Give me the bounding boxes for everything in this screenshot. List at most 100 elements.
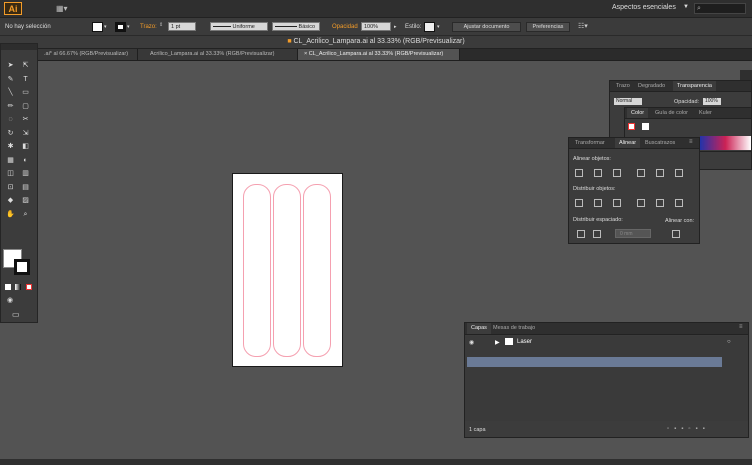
tab-transparency[interactable]: Transparencia <box>673 81 716 91</box>
tab-kuler[interactable]: Kuler <box>695 108 716 118</box>
tab-gradient[interactable]: Degradado <box>634 81 669 91</box>
tab-document-3[interactable]: × CL_Acrilico_Lampara.ai al 33.33% (RGB/… <box>298 49 460 60</box>
rectangle-tool-icon[interactable]: ▭ <box>20 88 31 98</box>
draw-normal-icon[interactable]: ◉ <box>7 296 13 304</box>
zoom-tool-icon[interactable]: ⌕ <box>20 210 31 220</box>
color-spectrum[interactable] <box>700 136 751 150</box>
tab-document-2[interactable]: Acrilico_Lampara.ai al 33.33% (RGB/Previ… <box>138 49 298 60</box>
scale-tool-icon[interactable]: ⇲ <box>20 129 31 139</box>
acrylic-strip[interactable] <box>273 184 301 357</box>
hand-tool-icon[interactable]: ✋ <box>5 210 16 220</box>
workspace-switcher[interactable]: Aspectos esenciales <box>612 4 676 11</box>
free-transform-tool-icon[interactable]: ◧ <box>20 142 31 152</box>
align-option-1-icon[interactable] <box>575 169 583 177</box>
tab-layers[interactable]: Capas <box>467 323 491 334</box>
spacing-value-field[interactable]: 0 mm <box>615 229 651 238</box>
chevron-down-icon[interactable]: ▼ <box>683 4 689 10</box>
type-tool-icon[interactable]: T <box>20 75 31 85</box>
fill-dropdown-icon[interactable]: ▾ <box>104 24 107 30</box>
none-swatch[interactable] <box>628 123 635 130</box>
white-swatch[interactable] <box>642 123 649 130</box>
opacity-label[interactable]: Opacidad <box>332 24 358 30</box>
tab-pathfinder[interactable]: Buscatrazos <box>641 138 679 148</box>
opacity-field[interactable]: 100% <box>361 22 391 31</box>
warp-tool-icon[interactable]: ✱ <box>5 142 16 152</box>
acrylic-strip[interactable] <box>303 184 331 357</box>
layer-actions[interactable]: ▫▪▪▫▪▪ <box>667 426 710 432</box>
tab-align[interactable]: Alinear <box>615 138 641 148</box>
expand-arrow-icon[interactable]: ▶ <box>495 339 500 346</box>
arrange-documents-icon[interactable]: ▦▾ <box>56 4 70 13</box>
visibility-eye-icon[interactable]: ◉ <box>469 339 474 346</box>
blend-tool-icon[interactable]: ▤ <box>20 183 31 193</box>
vertical-spacing-icon[interactable] <box>577 230 585 238</box>
mesh-tool-icon[interactable]: ◫ <box>5 169 16 179</box>
tab-artboards[interactable]: Mesas de trabajo <box>489 323 539 334</box>
brush-tool-icon[interactable]: ✏ <box>5 102 16 112</box>
screen-mode-icon[interactable]: ▭ <box>12 310 20 319</box>
line-tool-icon[interactable]: ╲ <box>5 88 16 98</box>
opacity-field[interactable]: 100% <box>703 98 721 105</box>
distribute-option-1-icon[interactable] <box>575 199 583 207</box>
selection-tool-icon[interactable]: ➤ <box>5 61 16 71</box>
none-mode-icon[interactable] <box>26 284 32 290</box>
distribute-option-6-icon[interactable] <box>675 199 683 207</box>
tab-document-1[interactable]: .ai* al 66.67% (RGB/Previsualizar) <box>38 49 138 60</box>
stroke-label[interactable]: Trazo: <box>140 24 157 30</box>
stroke-swatch[interactable] <box>115 22 126 32</box>
preferences-button[interactable]: Preferencias <box>526 22 570 32</box>
align-option-2-icon[interactable] <box>594 169 602 177</box>
adjust-document-button[interactable]: Ajustar documento <box>452 22 521 32</box>
pen-tool-icon[interactable]: ✎ <box>5 75 16 85</box>
stroke-stepper[interactable]: ⇕ <box>159 22 163 28</box>
opacity-dropdown-icon[interactable]: ▸ <box>394 24 397 30</box>
style-dropdown-icon[interactable]: ▾ <box>437 24 440 30</box>
panel-grip[interactable] <box>1 44 37 50</box>
gradient-mode-icon[interactable] <box>15 284 21 290</box>
align-option-4-icon[interactable] <box>637 169 645 177</box>
tab-transform[interactable]: Transformar <box>571 138 609 148</box>
blob-tool-icon[interactable]: ◌ <box>5 115 16 125</box>
variable-width-profile[interactable]: Uniforme <box>210 22 268 31</box>
gradient-tool-icon[interactable]: ▥ <box>20 169 31 179</box>
eraser-tool-icon[interactable]: ✂ <box>20 115 31 125</box>
stroke-weight-field[interactable]: 1 pt <box>168 22 196 31</box>
horizontal-spacing-icon[interactable] <box>593 230 601 238</box>
layer-row[interactable] <box>467 357 722 367</box>
search-input[interactable]: ⌕ <box>694 3 746 14</box>
rotate-tool-icon[interactable]: ↻ <box>5 129 16 139</box>
stroke-color-box[interactable] <box>14 259 30 275</box>
align-to-selection-icon[interactable] <box>672 230 680 238</box>
panel-menu-icon[interactable]: ≡ <box>739 324 743 330</box>
pencil-tool-icon[interactable]: ▢ <box>20 102 31 112</box>
eyedropper-tool-icon[interactable]: ⊡ <box>5 183 16 193</box>
graphic-style-swatch[interactable] <box>424 22 435 32</box>
direct-selection-tool-icon[interactable]: ⇱ <box>20 61 31 71</box>
symbol-tool-icon[interactable]: ◆ <box>5 196 16 206</box>
stroke-dropdown-icon[interactable]: ▾ <box>127 24 130 30</box>
brush-definition[interactable]: Básico <box>272 22 320 31</box>
shape-builder-tool-icon[interactable]: ▦ <box>5 156 16 166</box>
blend-mode-select[interactable]: Normal <box>614 98 642 105</box>
layer-name[interactable]: Laser <box>517 339 532 345</box>
control-panel-menu-icon[interactable]: ☷▾ <box>578 22 588 30</box>
color-mode-icon[interactable] <box>5 284 11 290</box>
tab-stroke[interactable]: Trazo <box>612 81 634 91</box>
panel-menu-icon[interactable]: ≡ <box>689 139 693 145</box>
distribute-option-3-icon[interactable] <box>613 199 621 207</box>
fill-swatch[interactable] <box>92 22 103 32</box>
perspective-tool-icon[interactable]: ◐ <box>20 156 31 166</box>
graph-tool-icon[interactable]: ▨ <box>20 196 31 206</box>
target-circle-icon[interactable]: ○ <box>727 339 731 345</box>
distribute-option-5-icon[interactable] <box>656 199 664 207</box>
acrylic-strip[interactable] <box>243 184 271 357</box>
align-option-5-icon[interactable] <box>656 169 664 177</box>
distribute-option-2-icon[interactable] <box>594 199 602 207</box>
artboard[interactable] <box>232 173 343 367</box>
panel-collapse-bar[interactable] <box>740 70 752 80</box>
align-option-3-icon[interactable] <box>613 169 621 177</box>
tab-color[interactable]: Color <box>627 108 649 118</box>
align-option-6-icon[interactable] <box>675 169 683 177</box>
tab-color-guide[interactable]: Guía de color <box>651 108 692 118</box>
distribute-option-4-icon[interactable] <box>637 199 645 207</box>
